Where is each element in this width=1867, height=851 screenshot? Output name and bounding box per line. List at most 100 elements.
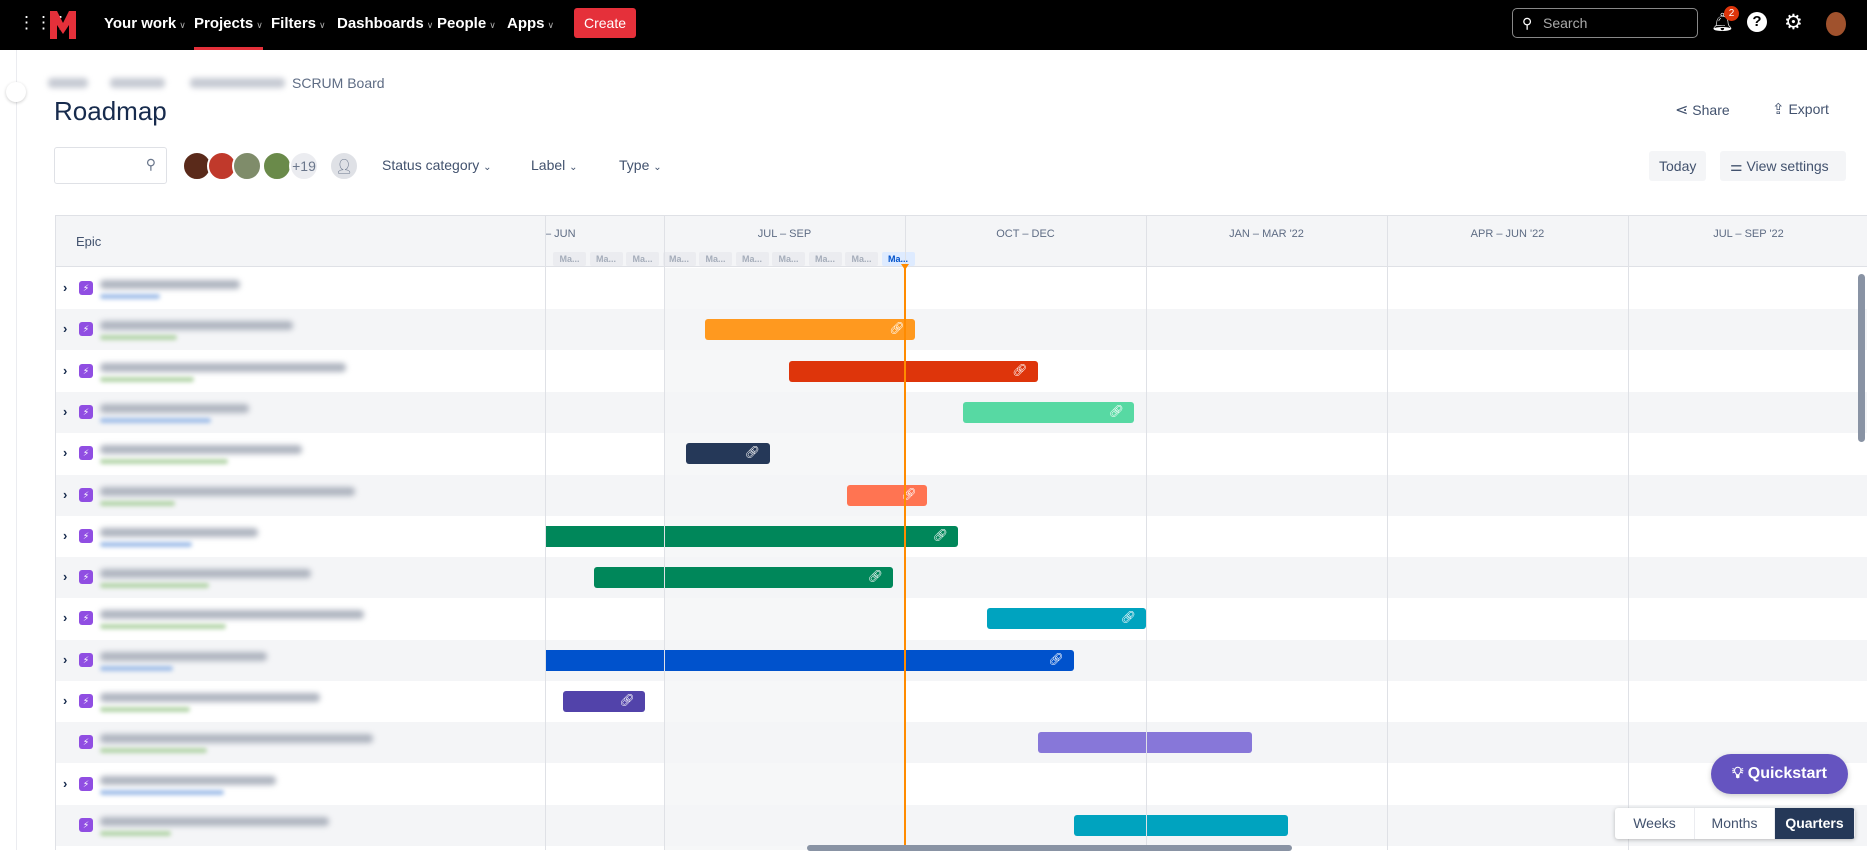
epic-bar[interactable]: 🔗︎ (545, 649, 1074, 671)
epic-bar[interactable]: 🔗︎ (562, 691, 645, 712)
epic-row[interactable]: ⚡︎ (56, 804, 1867, 846)
expand-chevron-icon[interactable]: › (63, 528, 67, 543)
epic-bar[interactable]: 🔗︎ (685, 443, 771, 465)
epic-bar[interactable]: 🔗︎ (847, 484, 927, 506)
sidebar-collapse-button[interactable] (6, 82, 26, 102)
avatar[interactable] (232, 151, 262, 181)
epic-name-blurred[interactable] (100, 486, 355, 496)
expand-chevron-icon[interactable]: › (63, 487, 67, 502)
epic-row[interactable]: › ⚡︎ (56, 764, 1867, 805)
expand-chevron-icon[interactable]: › (63, 693, 67, 708)
expand-chevron-icon[interactable]: › (63, 363, 67, 378)
month-pill: Ma... (699, 252, 732, 266)
epic-name-blurred[interactable] (100, 610, 364, 620)
epic-name-blurred[interactable] (100, 445, 302, 455)
epic-name-blurred[interactable] (100, 527, 258, 537)
link-icon[interactable]: 🔗︎ (1048, 652, 1063, 666)
nav-projects[interactable]: Projects ∨ (194, 0, 263, 50)
epic-row[interactable]: › ⚡︎ 🔗︎ (56, 557, 1867, 599)
nav-apps[interactable]: Apps ∨ (507, 0, 554, 50)
epic-bar[interactable] (1073, 814, 1289, 836)
link-icon[interactable]: 🔗︎ (619, 693, 634, 707)
breadcrumb-blurred[interactable] (190, 78, 285, 88)
filter-type[interactable]: Type ⌄ (619, 157, 662, 173)
epic-row[interactable]: › ⚡︎ 🔗︎ (56, 474, 1867, 516)
view-settings-button[interactable]: ⚌ View settings (1720, 151, 1846, 181)
roadmap-search-input[interactable]: ⚲ (54, 147, 167, 184)
expand-chevron-icon[interactable]: › (63, 321, 67, 336)
create-button[interactable]: Create (574, 8, 636, 38)
epic-name-blurred[interactable] (100, 362, 346, 372)
link-icon[interactable]: 🔗︎ (889, 321, 904, 335)
quickstart-button[interactable]: 💡︎ Quickstart (1711, 754, 1848, 794)
epic-bar[interactable]: 🔗︎ (594, 567, 893, 589)
epic-bar[interactable]: 🔗︎ (704, 319, 915, 341)
epic-row[interactable]: › ⚡︎ (56, 268, 1867, 309)
zoom-months[interactable]: Months (1695, 808, 1775, 839)
link-icon[interactable]: 🔗︎ (1109, 404, 1124, 418)
zoom-weeks[interactable]: Weeks (1615, 808, 1695, 839)
help-icon[interactable]: ? (1747, 12, 1767, 32)
nav-your-work[interactable]: Your work ∨ (104, 0, 186, 50)
epic-row[interactable]: ⚡︎ (56, 722, 1867, 764)
link-icon[interactable]: 🔗︎ (1012, 363, 1027, 377)
epic-icon: ⚡︎ (79, 694, 93, 708)
epic-row[interactable]: › ⚡︎ 🔗︎ (56, 391, 1867, 433)
epic-name-blurred[interactable] (100, 734, 373, 744)
expand-chevron-icon[interactable]: › (63, 404, 67, 419)
epic-row[interactable]: › ⚡︎ 🔗︎ (56, 309, 1867, 351)
user-avatar[interactable] (1826, 12, 1846, 36)
today-button[interactable]: Today (1649, 151, 1707, 181)
zoom-quarters[interactable]: Quarters (1775, 808, 1855, 839)
epic-row[interactable]: › ⚡︎ 🔗︎ (56, 516, 1867, 557)
link-icon[interactable]: 🔗︎ (1121, 610, 1136, 624)
vertical-scrollbar[interactable] (1858, 274, 1865, 442)
epic-bar[interactable]: 🔗︎ (789, 360, 1038, 382)
breadcrumb-blurred[interactable] (48, 78, 88, 88)
logo[interactable] (48, 9, 78, 41)
horizontal-scrollbar[interactable] (807, 845, 1292, 851)
nav-filters[interactable]: Filters ∨ (271, 0, 326, 50)
epic-bar[interactable]: 🔗︎ (986, 608, 1146, 630)
epic-name-blurred[interactable] (100, 569, 311, 579)
epic-tag-blurred (100, 376, 194, 382)
search-input[interactable]: ⚲ Search (1512, 8, 1698, 38)
epic-name-blurred[interactable] (100, 651, 267, 661)
epic-bar[interactable] (1037, 732, 1253, 754)
more-avatars[interactable]: +19 (289, 151, 319, 181)
share-button[interactable]: ⋖ Share (1675, 100, 1730, 120)
breadcrumb-current[interactable]: SCRUM Board (292, 75, 385, 91)
filter-status-category[interactable]: Status category ⌄ (382, 157, 492, 173)
link-icon[interactable]: 🔗︎ (868, 569, 883, 583)
expand-chevron-icon[interactable]: › (63, 610, 67, 625)
nav-dashboards[interactable]: Dashboards ∨ (337, 0, 433, 50)
breadcrumb-blurred[interactable] (110, 78, 165, 88)
expand-chevron-icon[interactable]: › (63, 569, 67, 584)
filter-label[interactable]: Label ⌄ (531, 157, 578, 173)
epic-row[interactable]: › ⚡︎ 🔗︎ (56, 433, 1867, 474)
epic-name-blurred[interactable] (100, 693, 320, 702)
epic-name-blurred[interactable] (100, 280, 240, 289)
expand-chevron-icon[interactable]: › (63, 280, 67, 295)
expand-chevron-icon[interactable]: › (63, 445, 67, 460)
epic-column-divider[interactable] (545, 216, 546, 850)
epic-name-blurred[interactable] (100, 403, 249, 413)
epic-row[interactable]: › ⚡︎ 🔗︎ (56, 351, 1867, 392)
export-button[interactable]: ⇪ Export (1772, 100, 1829, 118)
link-icon[interactable]: 🔗︎ (745, 445, 760, 459)
nav-people[interactable]: People ∨ (437, 0, 496, 50)
expand-chevron-icon[interactable]: › (63, 652, 67, 667)
epic-name-blurred[interactable] (100, 321, 293, 331)
epic-row[interactable]: › ⚡︎ 🔗︎ (56, 639, 1867, 681)
expand-chevron-icon[interactable]: › (63, 776, 67, 791)
epic-bar[interactable]: 🔗︎ (545, 525, 959, 547)
settings-icon[interactable]: ⚙ (1784, 10, 1803, 35)
epic-row[interactable]: › ⚡︎ 🔗︎ (56, 681, 1867, 722)
epic-bar[interactable]: 🔗︎ (962, 401, 1134, 423)
epic-name-blurred[interactable] (100, 816, 329, 826)
epic-name-blurred[interactable] (100, 775, 276, 785)
add-person-icon[interactable]: 👤︎ (329, 151, 359, 181)
avatar[interactable] (262, 151, 292, 181)
epic-row[interactable]: › ⚡︎ 🔗︎ (56, 598, 1867, 639)
link-icon[interactable]: 🔗︎ (933, 528, 948, 542)
